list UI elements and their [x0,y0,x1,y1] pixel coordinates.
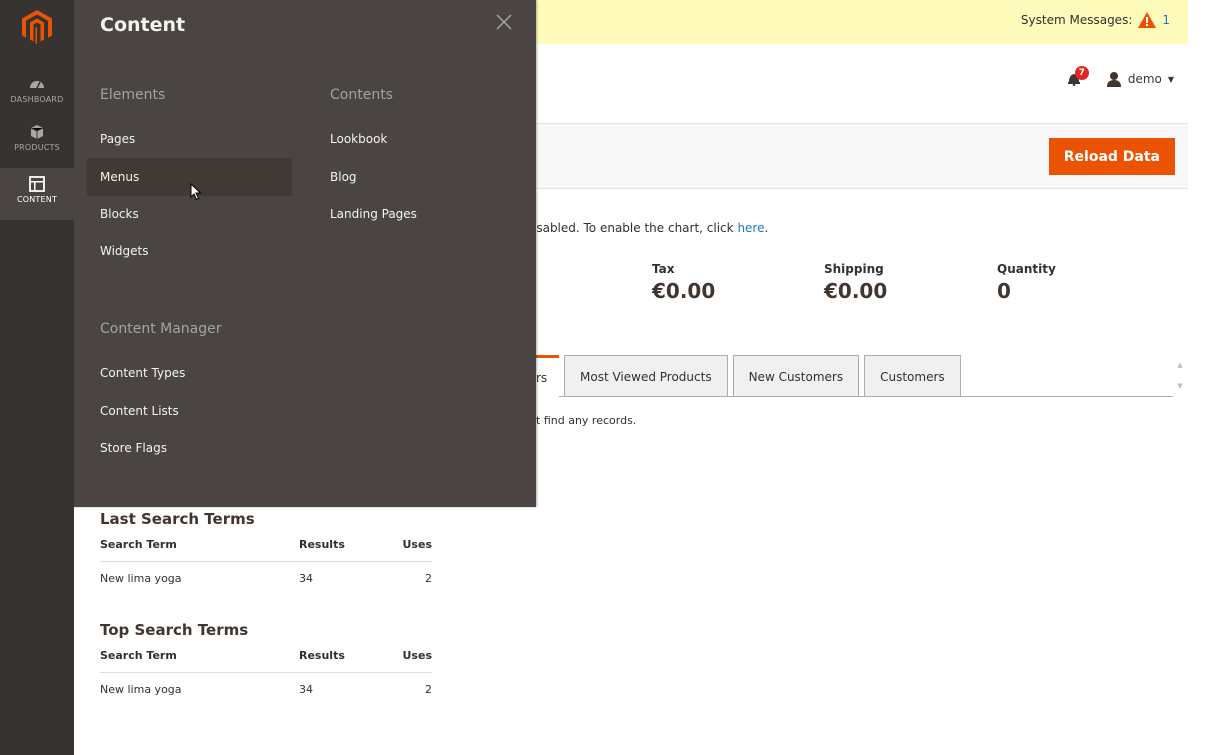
menu-link-landing-pages[interactable]: Landing Pages [317,195,522,233]
cell-uses: 2 [425,571,432,585]
flyout-title: Content [100,14,186,36]
total-tax: Tax €0.00 [652,262,715,303]
menu-link-lookbook[interactable]: Lookbook [317,120,522,158]
last-search-terms-title: Last Search Terms [100,510,255,528]
last-search-terms-table: Search Term Results Uses New lima yoga 3… [100,538,432,594]
total-tax-label: Tax [652,262,675,276]
tab-new-customers[interactable]: New Customers [732,355,860,397]
close-icon[interactable] [496,14,512,30]
cell-uses: 2 [425,682,432,696]
column-header-uses: Uses [402,649,433,662]
cube-icon [30,125,44,139]
nav-item-dashboard[interactable]: DASHBOARD [0,76,74,126]
admin-side-nav: DASHBOARD PRODUCTS CONTENT [0,0,74,755]
content-layout-icon [29,176,45,192]
tabs-spacer [536,355,559,397]
column-header-results: Results [299,649,345,662]
mouse-cursor-icon [190,183,202,201]
tabs-scroll-arrows[interactable]: ▲ ▼ [1175,355,1185,397]
user-icon [1106,72,1121,87]
total-quantity-value: 0 [997,279,1011,303]
table-header-row: Search Term Results Uses [100,538,432,562]
cell-search-term: New lima yoga [100,571,182,585]
header-actions: 7 demo ▼ [1066,66,1174,88]
top-search-terms-title: Top Search Terms [100,621,249,639]
chevron-down-icon: ▼ [1167,74,1174,84]
content-flyout-menu: Content Elements Pages Menus Blocks Widg… [74,0,536,507]
nav-label-content: CONTENT [16,195,58,204]
column-header-results: Results [299,538,345,551]
menu-link-content-lists[interactable]: Content Lists [87,392,292,430]
chart-disabled-note: isabled. To enable the chart, click here… [533,221,768,235]
chart-note-text: isabled. To enable the chart, click [533,221,734,235]
tab-most-viewed-products[interactable]: Most Viewed Products [564,355,728,397]
nav-label-dashboard: DASHBOARD [10,95,64,104]
total-quantity: Quantity 0 [997,262,1056,303]
total-quantity-label: Quantity [997,262,1056,276]
menu-link-widgets[interactable]: Widgets [87,232,292,270]
menu-link-store-flags[interactable]: Store Flags [87,429,292,467]
notifications-count-badge: 7 [1074,66,1089,80]
enable-chart-link[interactable]: here [737,221,764,235]
notifications-bell[interactable]: 7 [1066,66,1089,88]
table-header-row: Search Term Results Uses [100,649,432,673]
cell-results: 34 [299,571,313,585]
top-search-terms-table: Search Term Results Uses New lima yoga 3… [100,649,432,705]
menu-link-content-types[interactable]: Content Types [87,354,292,392]
menu-link-pages[interactable]: Pages [87,120,292,158]
user-name: demo [1127,72,1162,86]
total-shipping-value: €0.00 [824,279,888,303]
tab-customers[interactable]: Customers [864,355,961,397]
system-messages-label: System Messages: [1020,13,1133,27]
chart-note-end: . [764,221,769,235]
warning-icon [1138,12,1157,28]
magento-logo-icon[interactable] [22,10,52,44]
column-header-search-term: Search Term [100,649,177,662]
total-shipping: Shipping €0.00 [824,262,887,303]
cell-search-term: New lima yoga [100,682,182,696]
dashboard-icon [30,81,44,89]
total-shipping-label: Shipping [824,262,884,276]
column-header-uses: Uses [402,538,433,551]
dashboard-tabs: Most Viewed Products New Customers Custo… [536,355,961,397]
section-title-elements: Elements [100,87,166,103]
nav-label-products: PRODUCTS [14,143,60,152]
nav-item-content[interactable]: CONTENT [0,168,74,220]
cell-results: 34 [299,682,313,696]
admin-page: System Messages: 1 7 demo ▼ Reload Data … [0,0,1212,755]
total-tax-value: €0.00 [652,279,716,303]
no-records-message: 't find any records. [533,414,637,427]
table-row[interactable]: New lima yoga 34 2 [100,562,432,594]
section-title-content-manager: Content Manager [100,321,222,337]
menu-link-blog[interactable]: Blog [317,158,522,196]
system-messages-count[interactable]: 1 [1162,13,1170,27]
system-messages[interactable]: System Messages: 1 [1021,12,1170,28]
nav-item-products[interactable]: PRODUCTS [0,124,74,174]
reload-data-button[interactable]: Reload Data [1048,138,1175,175]
table-row[interactable]: New lima yoga 34 2 [100,673,432,705]
column-header-search-term: Search Term [100,538,177,551]
section-title-contents: Contents [330,87,393,103]
user-account-menu[interactable]: demo ▼ [1106,71,1174,87]
